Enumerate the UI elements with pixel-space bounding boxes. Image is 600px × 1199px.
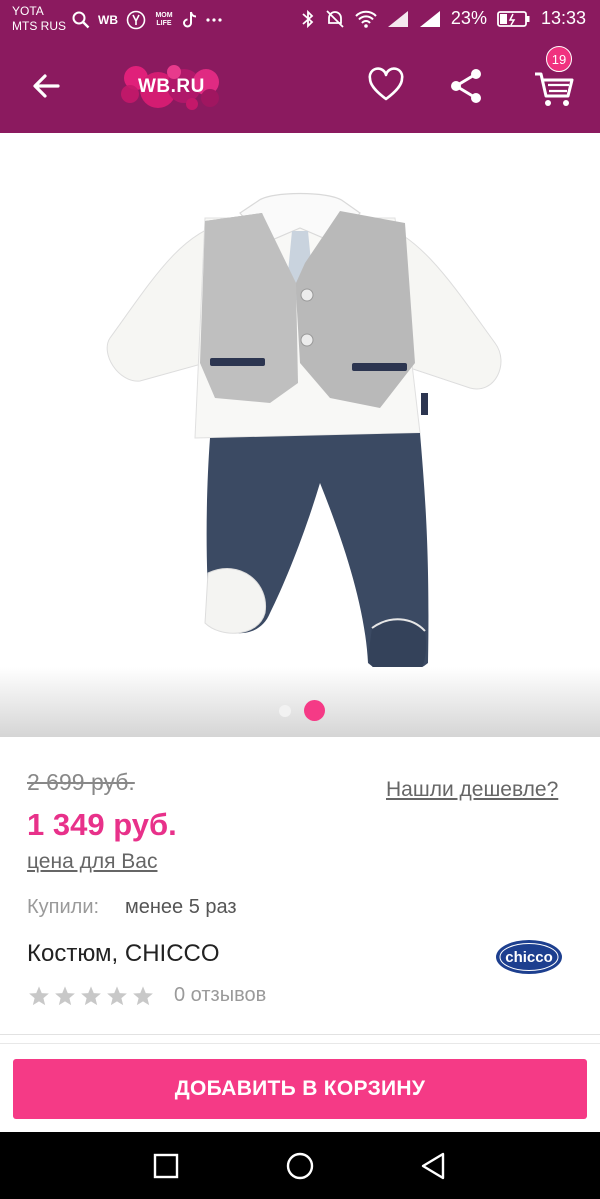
bottom-action-panel: ДОБАВИТЬ В КОРЗИНУ (0, 1043, 600, 1132)
share-button[interactable] (446, 66, 486, 106)
add-to-cart-button[interactable]: ДОБАВИТЬ В КОРЗИНУ (13, 1059, 587, 1119)
system-nav-bar (0, 1132, 600, 1199)
wb-logo[interactable]: WB.RU (118, 64, 222, 110)
wifi-icon (355, 10, 377, 28)
recents-button[interactable] (150, 1150, 182, 1182)
signal-icon-1 (387, 10, 408, 27)
star-icon (55, 986, 75, 1006)
favorite-button[interactable] (366, 66, 406, 106)
divider (0, 1034, 600, 1035)
brand-logo[interactable]: chicco (494, 937, 564, 977)
logo-text: WB.RU (138, 76, 205, 97)
battery-icon (497, 10, 530, 27)
star-icon (81, 986, 101, 1006)
more-icon (206, 18, 222, 22)
carrier-line-2: MTS RUS (12, 19, 66, 33)
carrier: YOTA MTS RUS (12, 4, 66, 34)
brand-logo-text: chicco (505, 949, 553, 966)
star-icon (29, 986, 49, 1006)
price-for-you-link[interactable]: цена для Вас (27, 850, 157, 874)
back-button[interactable] (28, 68, 64, 104)
carrier-line-1: YOTA (12, 4, 44, 18)
found-cheaper-link[interactable]: Нашли дешевле? (386, 778, 558, 802)
cart-count-badge: 19 (546, 46, 572, 72)
star-icon (133, 986, 153, 1006)
clock: 13:33 (540, 8, 586, 28)
yandex-icon (126, 10, 146, 30)
cart-icon (535, 72, 574, 106)
triangle-back-icon (421, 1152, 445, 1180)
momlife-icon: MOM LIFE (155, 12, 173, 27)
wb-icon: WB (98, 13, 118, 27)
search-icon (72, 11, 90, 29)
app-bar: WB.RU 19 (0, 40, 600, 133)
share-icon (451, 69, 481, 103)
back-nav-button[interactable] (418, 1150, 450, 1182)
rating-stars (28, 985, 154, 1007)
bought-label: Купили: (27, 896, 100, 918)
home-button[interactable] (284, 1150, 316, 1182)
baby-suit-photo (106, 192, 502, 679)
product-gallery[interactable] (0, 133, 600, 737)
status-bar: YOTA MTS RUS WB MOM LIFE 23% 13:33 (0, 0, 600, 40)
circle-icon (286, 1152, 314, 1180)
cart-button[interactable] (532, 66, 576, 110)
mute-icon (326, 9, 344, 28)
gallery-dot-1[interactable] (279, 705, 291, 717)
bought-value: менее 5 раз (125, 896, 237, 918)
tiktok-icon (183, 11, 197, 28)
battery-percent: 23% (450, 8, 487, 28)
system-status: 23% 13:33 (301, 8, 586, 29)
arrow-left-icon (33, 74, 60, 98)
reviews-count[interactable]: 0 отзывов (174, 984, 266, 1007)
heart-icon (368, 67, 404, 101)
square-icon (153, 1153, 179, 1179)
gallery-dot-2[interactable] (304, 700, 325, 721)
chicco-logo: chicco (496, 940, 562, 974)
signal-icon-2 (419, 10, 440, 27)
current-price: 1 349 руб. (27, 807, 177, 842)
gallery-fade (0, 667, 600, 737)
notification-icons: WB MOM LIFE (72, 10, 222, 30)
bluetooth-icon (302, 9, 314, 28)
old-price: 2 699 руб. (27, 769, 135, 795)
product-title: Костюм, CHICCO (27, 940, 220, 967)
star-icon (107, 986, 127, 1006)
